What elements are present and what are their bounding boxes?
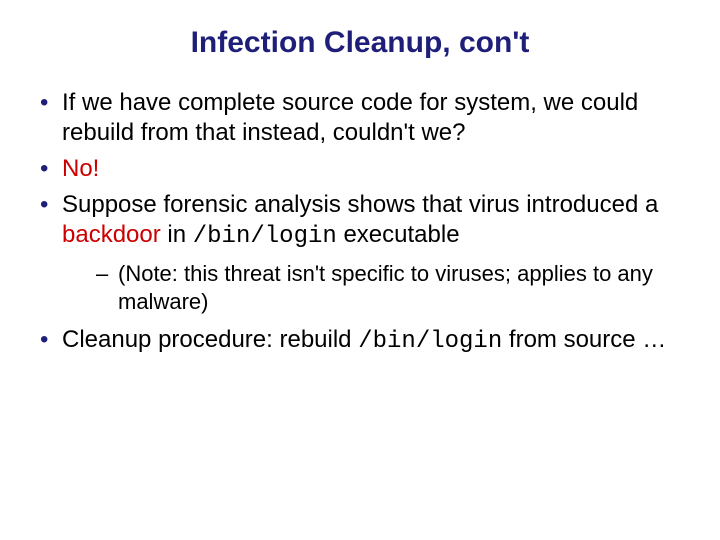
bullet-list: If we have complete source code for syst… xyxy=(40,88,680,357)
sub-bullet-1-text: (Note: this threat isn't specific to vir… xyxy=(118,261,653,314)
bullet-2-text: No! xyxy=(62,155,99,182)
bullet-3-text-e: executable xyxy=(337,221,460,248)
bullet-3: Suppose forensic analysis shows that vir… xyxy=(40,190,680,315)
bullet-3-text-c: in xyxy=(161,221,193,248)
bullet-1-text: If we have complete source code for syst… xyxy=(62,89,638,146)
bullet-4-text-a: Cleanup procedure: rebuild xyxy=(62,326,358,353)
bullet-4: Cleanup procedure: rebuild /bin/login fr… xyxy=(40,325,680,357)
slide: Infection Cleanup, con't If we have comp… xyxy=(0,0,720,383)
bullet-4-text-c: from source … xyxy=(502,326,666,353)
bullet-4-path: /bin/login xyxy=(358,328,502,355)
slide-title: Infection Cleanup, con't xyxy=(40,26,680,60)
sub-bullet-1: (Note: this threat isn't specific to vir… xyxy=(96,260,680,315)
bullet-3-text-a: Suppose forensic analysis shows that vir… xyxy=(62,191,658,218)
sub-list: (Note: this threat isn't specific to vir… xyxy=(62,260,680,315)
bullet-2: No! xyxy=(40,154,680,184)
bullet-3-path: /bin/login xyxy=(193,223,337,250)
bullet-3-backdoor: backdoor xyxy=(62,221,161,248)
bullet-1: If we have complete source code for syst… xyxy=(40,88,680,148)
